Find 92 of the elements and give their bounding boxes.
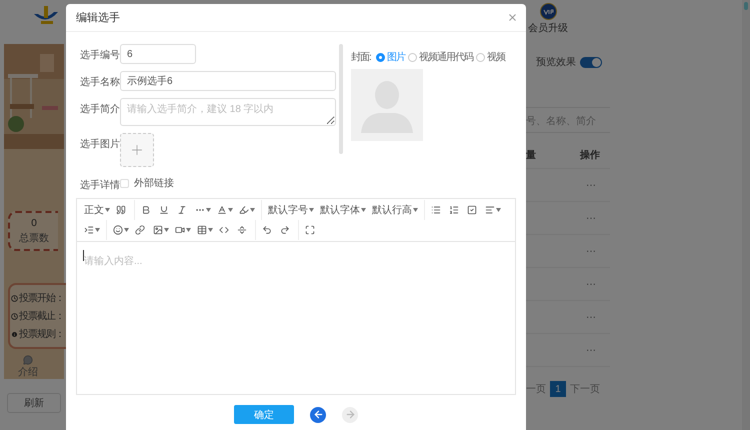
- plus-icon: [129, 142, 145, 158]
- row-action-menu[interactable]: ···: [586, 212, 596, 224]
- image-icon: [153, 225, 163, 235]
- format-menu[interactable]: 默认行高: [369, 201, 421, 219]
- highlighter-icon: [239, 205, 249, 215]
- caret-icon: [124, 228, 129, 232]
- caret-icon: [95, 228, 100, 232]
- close-button[interactable]: [507, 12, 518, 23]
- caret-icon: [361, 208, 366, 212]
- caret-icon: [228, 208, 233, 212]
- caret-icon: [250, 208, 255, 212]
- caret-icon: [496, 208, 501, 212]
- clock-icon: [11, 312, 18, 320]
- checkbox[interactable]: [120, 178, 129, 188]
- info-text: 投票截止：: [19, 310, 64, 323]
- bold-icon: [141, 205, 151, 215]
- vip-label[interactable]: 会员升级: [528, 21, 568, 35]
- underline-icon: [159, 205, 169, 215]
- stat-value: 0: [31, 218, 37, 228]
- field-label: 选手详情: [80, 178, 120, 192]
- preview-label: 预览效果: [536, 56, 576, 69]
- caret-icon: [164, 228, 169, 232]
- caret-icon: [208, 228, 213, 232]
- page-button[interactable]: 1: [550, 381, 566, 397]
- avatar-placeholder: [351, 69, 423, 141]
- info-text: 投票规则：: [19, 328, 64, 341]
- input-field[interactable]: 示例选手6: [120, 71, 336, 91]
- radio-label: 图片: [386, 50, 405, 64]
- quote-icon: [116, 205, 126, 215]
- row-action-menu[interactable]: ···: [586, 312, 596, 322]
- column-header: 量: [526, 148, 536, 162]
- textarea-field[interactable]: 请输入选手简介，建议 18 字以内: [120, 98, 336, 126]
- row-action-menu[interactable]: ···: [586, 180, 596, 190]
- bullet-list-icon: [431, 205, 441, 215]
- clock-icon: [11, 294, 18, 302]
- cover-label: 封面:: [351, 50, 371, 64]
- redo-icon: [280, 225, 290, 235]
- back-arrow-button[interactable]: [310, 406, 326, 422]
- indent-icon: [84, 225, 94, 235]
- field-label: 选手简介: [80, 102, 120, 116]
- radio-button[interactable]: [408, 52, 417, 62]
- input-field[interactable]: 6: [120, 44, 196, 64]
- divider-icon: [237, 225, 247, 235]
- format-menu[interactable]: 默认字体: [317, 201, 369, 219]
- radio-button[interactable]: [476, 52, 485, 62]
- undo-icon: [262, 225, 272, 235]
- column-header: 操作: [580, 148, 600, 162]
- chat-icon: [23, 355, 33, 365]
- previous-page-link[interactable]: 一页: [526, 382, 546, 396]
- field-label: 选手编号: [80, 48, 120, 62]
- code-icon: [219, 225, 229, 235]
- caret-icon: [206, 208, 211, 212]
- table-icon: [197, 225, 207, 235]
- radio-label: 视频: [486, 50, 505, 64]
- font-color-icon: [217, 205, 227, 215]
- close-icon: [507, 12, 518, 23]
- field-label: 选手名称: [80, 76, 120, 89]
- arrow-right-icon: [344, 409, 356, 420]
- video-icon: [175, 225, 185, 235]
- info-text: 投票开始：: [19, 292, 64, 305]
- preview-toggle[interactable]: [580, 56, 602, 68]
- caret-icon: [413, 208, 418, 212]
- editor-placeholder: 请输入内容...: [84, 254, 142, 268]
- caret-icon: [105, 208, 110, 212]
- format-menu[interactable]: 默认字号: [265, 201, 317, 219]
- stat-label: 总票数: [19, 232, 49, 244]
- smiley-icon: [113, 225, 123, 235]
- link-icon: [135, 225, 145, 235]
- align-left-icon: [485, 205, 495, 215]
- field-label: 选手图片: [80, 138, 120, 151]
- row-action-menu[interactable]: ···: [586, 344, 596, 356]
- nav-label[interactable]: 介绍: [18, 365, 38, 379]
- caret-icon: [186, 228, 191, 232]
- numbered-list-icon: [449, 205, 459, 215]
- dialog-title: 编辑选手: [76, 11, 120, 25]
- radio-label: 视频通用代码: [418, 50, 473, 64]
- row-action-menu[interactable]: ···: [586, 246, 596, 256]
- refresh-button[interactable]: 刷新: [7, 393, 61, 413]
- radio-button[interactable]: [376, 52, 385, 62]
- checkbox-label: 外部链接: [134, 176, 174, 190]
- next-page-link[interactable]: 下一页: [570, 382, 600, 396]
- row-action-menu[interactable]: ···: [586, 278, 596, 290]
- info-icon: [11, 330, 18, 338]
- caret-icon: [309, 208, 314, 212]
- italic-icon: [177, 205, 187, 215]
- arrow-left-icon: [312, 409, 324, 420]
- format-menu[interactable]: 正文: [81, 201, 113, 219]
- fullscreen-icon: [305, 225, 315, 235]
- rich-text-editor[interactable]: 正文 默认字号 默认字体 默认行高 请输入内容...: [76, 198, 516, 395]
- checkbox-icon: [467, 205, 477, 215]
- confirm-button[interactable]: 确定: [234, 405, 294, 424]
- vip-badge-icon: [540, 3, 556, 20]
